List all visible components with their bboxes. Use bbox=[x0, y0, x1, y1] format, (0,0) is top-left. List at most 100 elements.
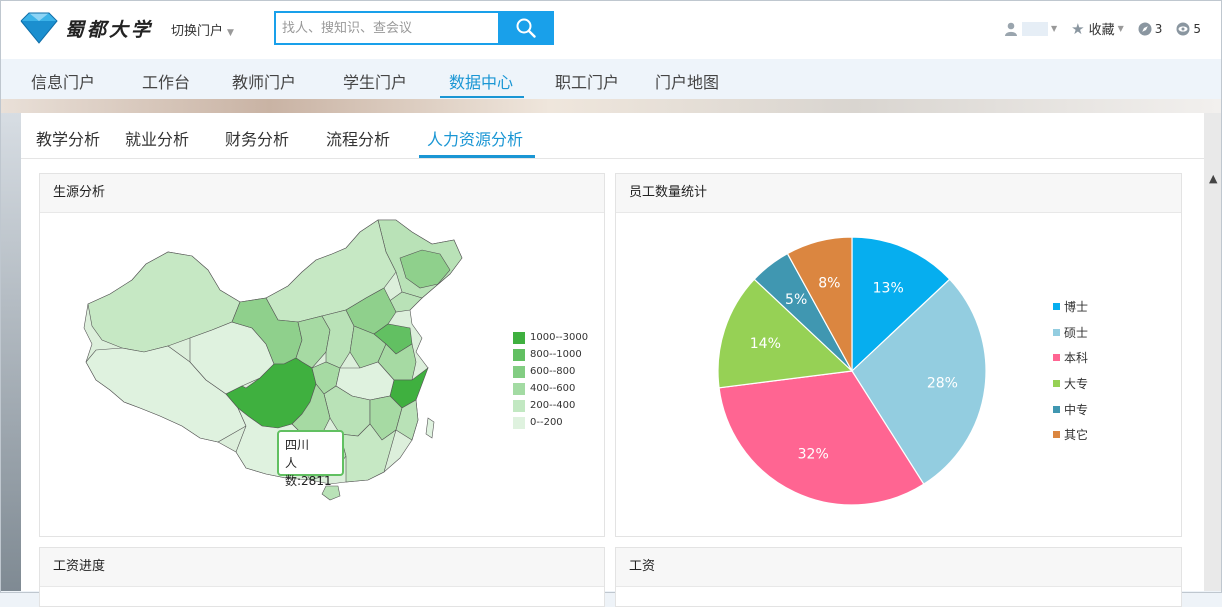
switch-portal-label: 切换门户 bbox=[171, 24, 224, 39]
legend-swatch bbox=[513, 348, 525, 361]
pie-slice-label: 32% bbox=[798, 446, 829, 462]
compass-counter[interactable]: 3 bbox=[1138, 21, 1163, 36]
tab-finance-analysis[interactable]: 财务分析 bbox=[225, 126, 289, 150]
panel-title: 生源分析 bbox=[40, 174, 604, 213]
tooltip-value: 人数:2811 bbox=[285, 456, 332, 488]
legend-item[interactable]: 大专 bbox=[1053, 371, 1088, 397]
salary-progress-panel: 工资进度 bbox=[39, 547, 605, 607]
eye-icon bbox=[1176, 22, 1190, 35]
legend-item[interactable]: 本科 bbox=[1053, 345, 1088, 371]
nav-portal-map[interactable]: 门户地图 bbox=[655, 69, 719, 93]
legend-label: 200--400 bbox=[530, 400, 576, 411]
favorites-menu[interactable]: ★ 收藏 ▼ bbox=[1071, 19, 1124, 39]
user-icon bbox=[1005, 22, 1017, 36]
star-icon: ★ bbox=[1071, 19, 1085, 38]
eye-counter[interactable]: 5 bbox=[1176, 22, 1201, 36]
pie-chart: 13% 28% 32% 14% 5% 8% bbox=[717, 236, 987, 506]
legend-swatch bbox=[1053, 431, 1060, 439]
nav-info-portal[interactable]: 信息门户 bbox=[31, 69, 95, 93]
pie-slice-label: 28% bbox=[927, 375, 958, 391]
legend-item[interactable]: 800--1000 bbox=[513, 346, 588, 363]
tab-employment-analysis[interactable]: 就业分析 bbox=[125, 126, 189, 150]
nav-student-portal[interactable]: 学生门户 bbox=[343, 69, 407, 93]
legend-swatch bbox=[1053, 328, 1060, 336]
chevron-down-icon: ▼ bbox=[1051, 24, 1058, 33]
chevron-down-icon: ▼ bbox=[227, 28, 234, 38]
eye-count: 5 bbox=[1193, 21, 1202, 36]
legend-item[interactable]: 博士 bbox=[1053, 294, 1088, 320]
switch-portal-dropdown[interactable]: 切换门户 ▼ bbox=[171, 20, 234, 39]
logo[interactable]: 蜀都大学 bbox=[19, 11, 153, 45]
legend-item[interactable]: 200--400 bbox=[513, 397, 588, 414]
legend-swatch bbox=[1053, 405, 1060, 413]
user-toolbar: ▼ ★ 收藏 ▼ 3 5 bbox=[1004, 19, 1201, 38]
scroll-up-icon[interactable]: ▲ bbox=[1209, 172, 1217, 185]
search-button[interactable] bbox=[498, 11, 554, 45]
map-tooltip: 四川 人数:2811 bbox=[277, 430, 344, 488]
legend-label: 1000--3000 bbox=[530, 332, 589, 343]
panel-title: 员工数量统计 bbox=[616, 174, 1181, 213]
favorites-label: 收藏 bbox=[1088, 23, 1115, 38]
legend-label: 400--600 bbox=[530, 383, 576, 394]
legend-label: 硕士 bbox=[1064, 325, 1089, 340]
legend-swatch bbox=[513, 382, 525, 395]
user-name-placeholder bbox=[1022, 21, 1048, 36]
search-input[interactable] bbox=[274, 11, 499, 45]
legend-swatch bbox=[1053, 303, 1060, 311]
nav-workbench[interactable]: 工作台 bbox=[142, 69, 190, 93]
diamond-logo-icon bbox=[20, 12, 58, 44]
sub-nav: 教学分析 就业分析 财务分析 流程分析 人力资源分析 bbox=[21, 113, 1204, 159]
legend-swatch bbox=[513, 416, 525, 429]
tab-active-indicator bbox=[419, 155, 535, 158]
search-bar bbox=[274, 11, 554, 45]
panel-title: 工资 bbox=[616, 548, 1181, 587]
nav-teacher-portal[interactable]: 教师门户 bbox=[232, 69, 296, 93]
chevron-down-icon: ▼ bbox=[1117, 24, 1124, 33]
pie-legend: 博士硕士本科大专中专其它 bbox=[1053, 294, 1088, 448]
legend-label: 本科 bbox=[1064, 351, 1089, 366]
user-menu[interactable]: ▼ bbox=[1004, 21, 1058, 36]
compass-count: 3 bbox=[1154, 21, 1163, 36]
tooltip-region: 四川 bbox=[285, 438, 310, 452]
map-region[interactable] bbox=[425, 417, 435, 439]
source-analysis-panel: 生源分析 1000--3000 800--1000 600--800 400--… bbox=[39, 173, 605, 537]
pie-slice-label: 14% bbox=[750, 336, 781, 352]
tab-hr-analysis[interactable]: 人力资源分析 bbox=[427, 126, 523, 150]
tab-process-analysis[interactable]: 流程分析 bbox=[326, 126, 390, 150]
nav-data-center[interactable]: 数据中心 bbox=[449, 69, 513, 93]
pie-slice-label: 13% bbox=[873, 280, 904, 296]
legend-label: 600--800 bbox=[530, 366, 576, 377]
search-icon bbox=[516, 18, 536, 38]
panel-title: 工资进度 bbox=[40, 548, 604, 587]
pie-slice-label: 8% bbox=[818, 276, 840, 292]
legend-item[interactable]: 1000--3000 bbox=[513, 329, 588, 346]
legend-swatch bbox=[1053, 380, 1060, 388]
logo-text: 蜀都大学 bbox=[65, 18, 154, 41]
map-legend: 1000--3000 800--1000 600--800 400--600 2… bbox=[513, 329, 588, 431]
salary-panel: 工资 bbox=[615, 547, 1182, 607]
legend-label: 中专 bbox=[1064, 402, 1089, 417]
nav-active-indicator bbox=[440, 96, 524, 98]
legend-item[interactable]: 400--600 bbox=[513, 380, 588, 397]
legend-label: 其它 bbox=[1064, 428, 1089, 443]
nav-staff-portal[interactable]: 职工门户 bbox=[555, 69, 619, 93]
legend-label: 800--1000 bbox=[530, 349, 582, 360]
legend-label: 大专 bbox=[1064, 377, 1089, 392]
legend-swatch bbox=[513, 331, 525, 344]
banner-strip bbox=[1, 99, 1221, 113]
compass-icon bbox=[1138, 22, 1152, 35]
pie-slice-label: 5% bbox=[785, 292, 807, 308]
legend-item[interactable]: 硕士 bbox=[1053, 320, 1088, 346]
legend-item[interactable]: 600--800 bbox=[513, 363, 588, 380]
legend-item[interactable]: 0--200 bbox=[513, 414, 588, 431]
legend-item[interactable]: 中专 bbox=[1053, 396, 1088, 422]
tab-teaching-analysis[interactable]: 教学分析 bbox=[36, 126, 100, 150]
staff-count-panel: 员工数量统计 13% 28% 32% 14% 5% 8% 博士硕士本科大专中专其它 bbox=[615, 173, 1182, 537]
legend-item[interactable]: 其它 bbox=[1053, 422, 1088, 448]
legend-swatch bbox=[513, 399, 525, 412]
legend-label: 博士 bbox=[1064, 300, 1089, 315]
left-background bbox=[1, 113, 21, 591]
legend-swatch bbox=[1053, 354, 1060, 362]
legend-swatch bbox=[513, 365, 525, 378]
main-nav: 信息门户 工作台 教师门户 学生门户 数据中心 职工门户 门户地图 bbox=[1, 59, 1221, 99]
